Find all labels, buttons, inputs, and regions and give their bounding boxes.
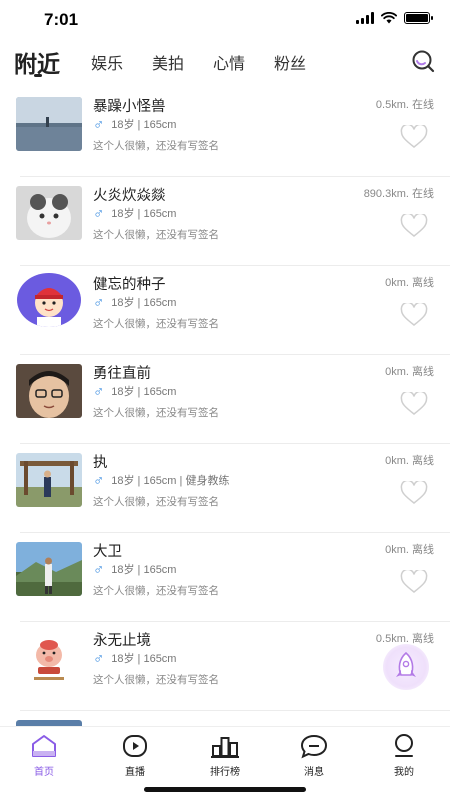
heart-icon[interactable] (400, 125, 428, 149)
user-signature: 这个人很懒，还没有写签名 (93, 229, 219, 241)
male-icon: ♂ (93, 649, 105, 667)
nav-messages-label: 消息 (304, 767, 324, 778)
user-signature: 这个人很懒，还没有写签名 (93, 674, 219, 686)
user-list-item[interactable]: 火炎炊焱燚 ♂ 18岁 | 165cm 这个人很懒，还没有写签名 890.3km… (0, 177, 450, 266)
nearby-user-list: 暴躁小怪兽 ♂ 18岁 | 165cm 这个人很懒，还没有写签名 0.5km. … (0, 88, 450, 726)
user-name: 执 (93, 455, 108, 471)
user-distance-status: 890.3km. 在线 (363, 188, 434, 200)
nav-ranking-label: 排行榜 (210, 767, 240, 778)
nav-home[interactable]: 首页 (14, 733, 74, 778)
nav-profile-label: 我的 (394, 767, 414, 778)
avatar[interactable] (16, 631, 82, 685)
user-list-item[interactable]: 勇往直前 ♂ 18岁 | 165cm 这个人很懒，还没有写签名 0km. 离线 (0, 355, 450, 444)
tab-indicator (34, 74, 42, 77)
heart-icon[interactable] (400, 303, 428, 327)
battery-icon (404, 12, 433, 24)
user-info: 18岁 | 165cm | 健身教练 (111, 475, 230, 487)
message-icon (300, 734, 328, 759)
user-signature: 这个人很懒，还没有写签名 (93, 407, 219, 419)
tab-entertainment[interactable]: 娱乐 (91, 50, 123, 74)
signal-icon (356, 12, 374, 24)
avatar[interactable] (16, 97, 82, 151)
status-time: 7:01 (44, 10, 79, 29)
user-meta: ♂ 18岁 | 165cm (93, 116, 176, 132)
user-info: 18岁 | 165cm (111, 119, 177, 131)
profile-icon (395, 734, 413, 757)
user-distance-status: 0km. 离线 (385, 455, 434, 467)
home-indicator (144, 787, 306, 792)
search-icon[interactable] (410, 48, 436, 74)
ranking-icon (211, 737, 239, 758)
user-name: 永无止境 (93, 633, 151, 649)
tab-mood[interactable]: 心情 (213, 50, 245, 74)
user-list-item[interactable]: 健忘的种子 ♂ 18岁 | 165cm 这个人很懒，还没有写签名 0km. 离线 (0, 266, 450, 355)
user-list-item[interactable]: 暴躁小怪兽 ♂ 18岁 | 165cm 这个人很懒，还没有写签名 0.5km. … (0, 88, 450, 177)
avatar[interactable] (16, 186, 82, 240)
tab-fans[interactable]: 粉丝 (274, 50, 306, 74)
nav-ranking[interactable]: 排行榜 (195, 733, 255, 778)
heart-icon[interactable] (400, 481, 428, 505)
user-signature: 这个人很懒，还没有写签名 (93, 318, 219, 330)
user-name: 大卫 (93, 544, 122, 560)
top-tab-bar: 附近 娱乐 美拍 心情 粉丝 (0, 40, 450, 88)
user-distance-status: 0.5km. 在线 (375, 99, 434, 111)
user-meta: ♂ 18岁 | 165cm (93, 561, 176, 577)
user-info: 18岁 | 165cm (111, 297, 177, 309)
male-icon: ♂ (93, 560, 105, 578)
user-signature: 这个人很懒，还没有写签名 (93, 585, 219, 597)
user-list-item[interactable] (0, 711, 450, 726)
male-icon: ♂ (93, 293, 105, 311)
avatar[interactable] (17, 273, 81, 327)
nav-home-label: 首页 (34, 767, 54, 778)
avatar[interactable] (16, 542, 82, 596)
user-list-item[interactable]: 大卫 ♂ 18岁 | 165cm 这个人很懒，还没有写签名 0km. 离线 (0, 533, 450, 622)
user-list-item[interactable]: 执 ♂ 18岁 | 165cm | 健身教练 这个人很懒，还没有写签名 0km.… (0, 444, 450, 533)
user-distance-status: 0km. 离线 (385, 277, 434, 289)
user-meta: ♂ 18岁 | 165cm (93, 650, 176, 666)
user-meta: ♂ 18岁 | 165cm (93, 383, 176, 399)
user-signature: 这个人很懒，还没有写签名 (93, 496, 219, 508)
user-name: 火炎炊焱燚 (93, 188, 166, 204)
rocket-float-button[interactable] (383, 644, 429, 690)
nav-live[interactable]: 直播 (105, 733, 165, 778)
heart-icon[interactable] (400, 214, 428, 238)
nav-messages[interactable]: 消息 (284, 733, 344, 778)
user-info: 18岁 | 165cm (111, 386, 177, 398)
nav-live-label: 直播 (125, 767, 145, 778)
user-name: 健忘的种子 (93, 277, 166, 293)
user-signature: 这个人很懒，还没有写签名 (93, 140, 219, 152)
male-icon: ♂ (93, 204, 105, 222)
nav-profile[interactable]: 我的 (374, 733, 434, 778)
rocket-icon (396, 651, 416, 677)
tab-photo[interactable]: 美拍 (152, 50, 184, 74)
user-distance-status: 0km. 离线 (385, 544, 434, 556)
user-meta: ♂ 18岁 | 165cm | 健身教练 (93, 472, 229, 488)
user-info: 18岁 | 165cm (111, 653, 177, 665)
user-info: 18岁 | 165cm (111, 208, 177, 220)
male-icon: ♂ (93, 115, 105, 133)
status-icons (356, 12, 433, 24)
status-bar: 7:01 (0, 0, 450, 40)
user-distance-status: 0km. 离线 (385, 366, 434, 378)
user-meta: ♂ 18岁 | 165cm (93, 294, 176, 310)
heart-icon[interactable] (400, 570, 428, 594)
home-icon (32, 735, 56, 757)
user-name: 勇往直前 (93, 366, 151, 382)
user-meta: ♂ 18岁 | 165cm (93, 205, 176, 221)
live-icon (123, 735, 147, 757)
heart-icon[interactable] (400, 392, 428, 416)
male-icon: ♂ (93, 471, 105, 489)
user-name: 暴躁小怪兽 (93, 99, 166, 115)
avatar[interactable] (16, 364, 82, 418)
male-icon: ♂ (93, 382, 105, 400)
wifi-icon (381, 12, 397, 24)
avatar[interactable] (16, 453, 82, 507)
user-info: 18岁 | 165cm (111, 564, 177, 576)
